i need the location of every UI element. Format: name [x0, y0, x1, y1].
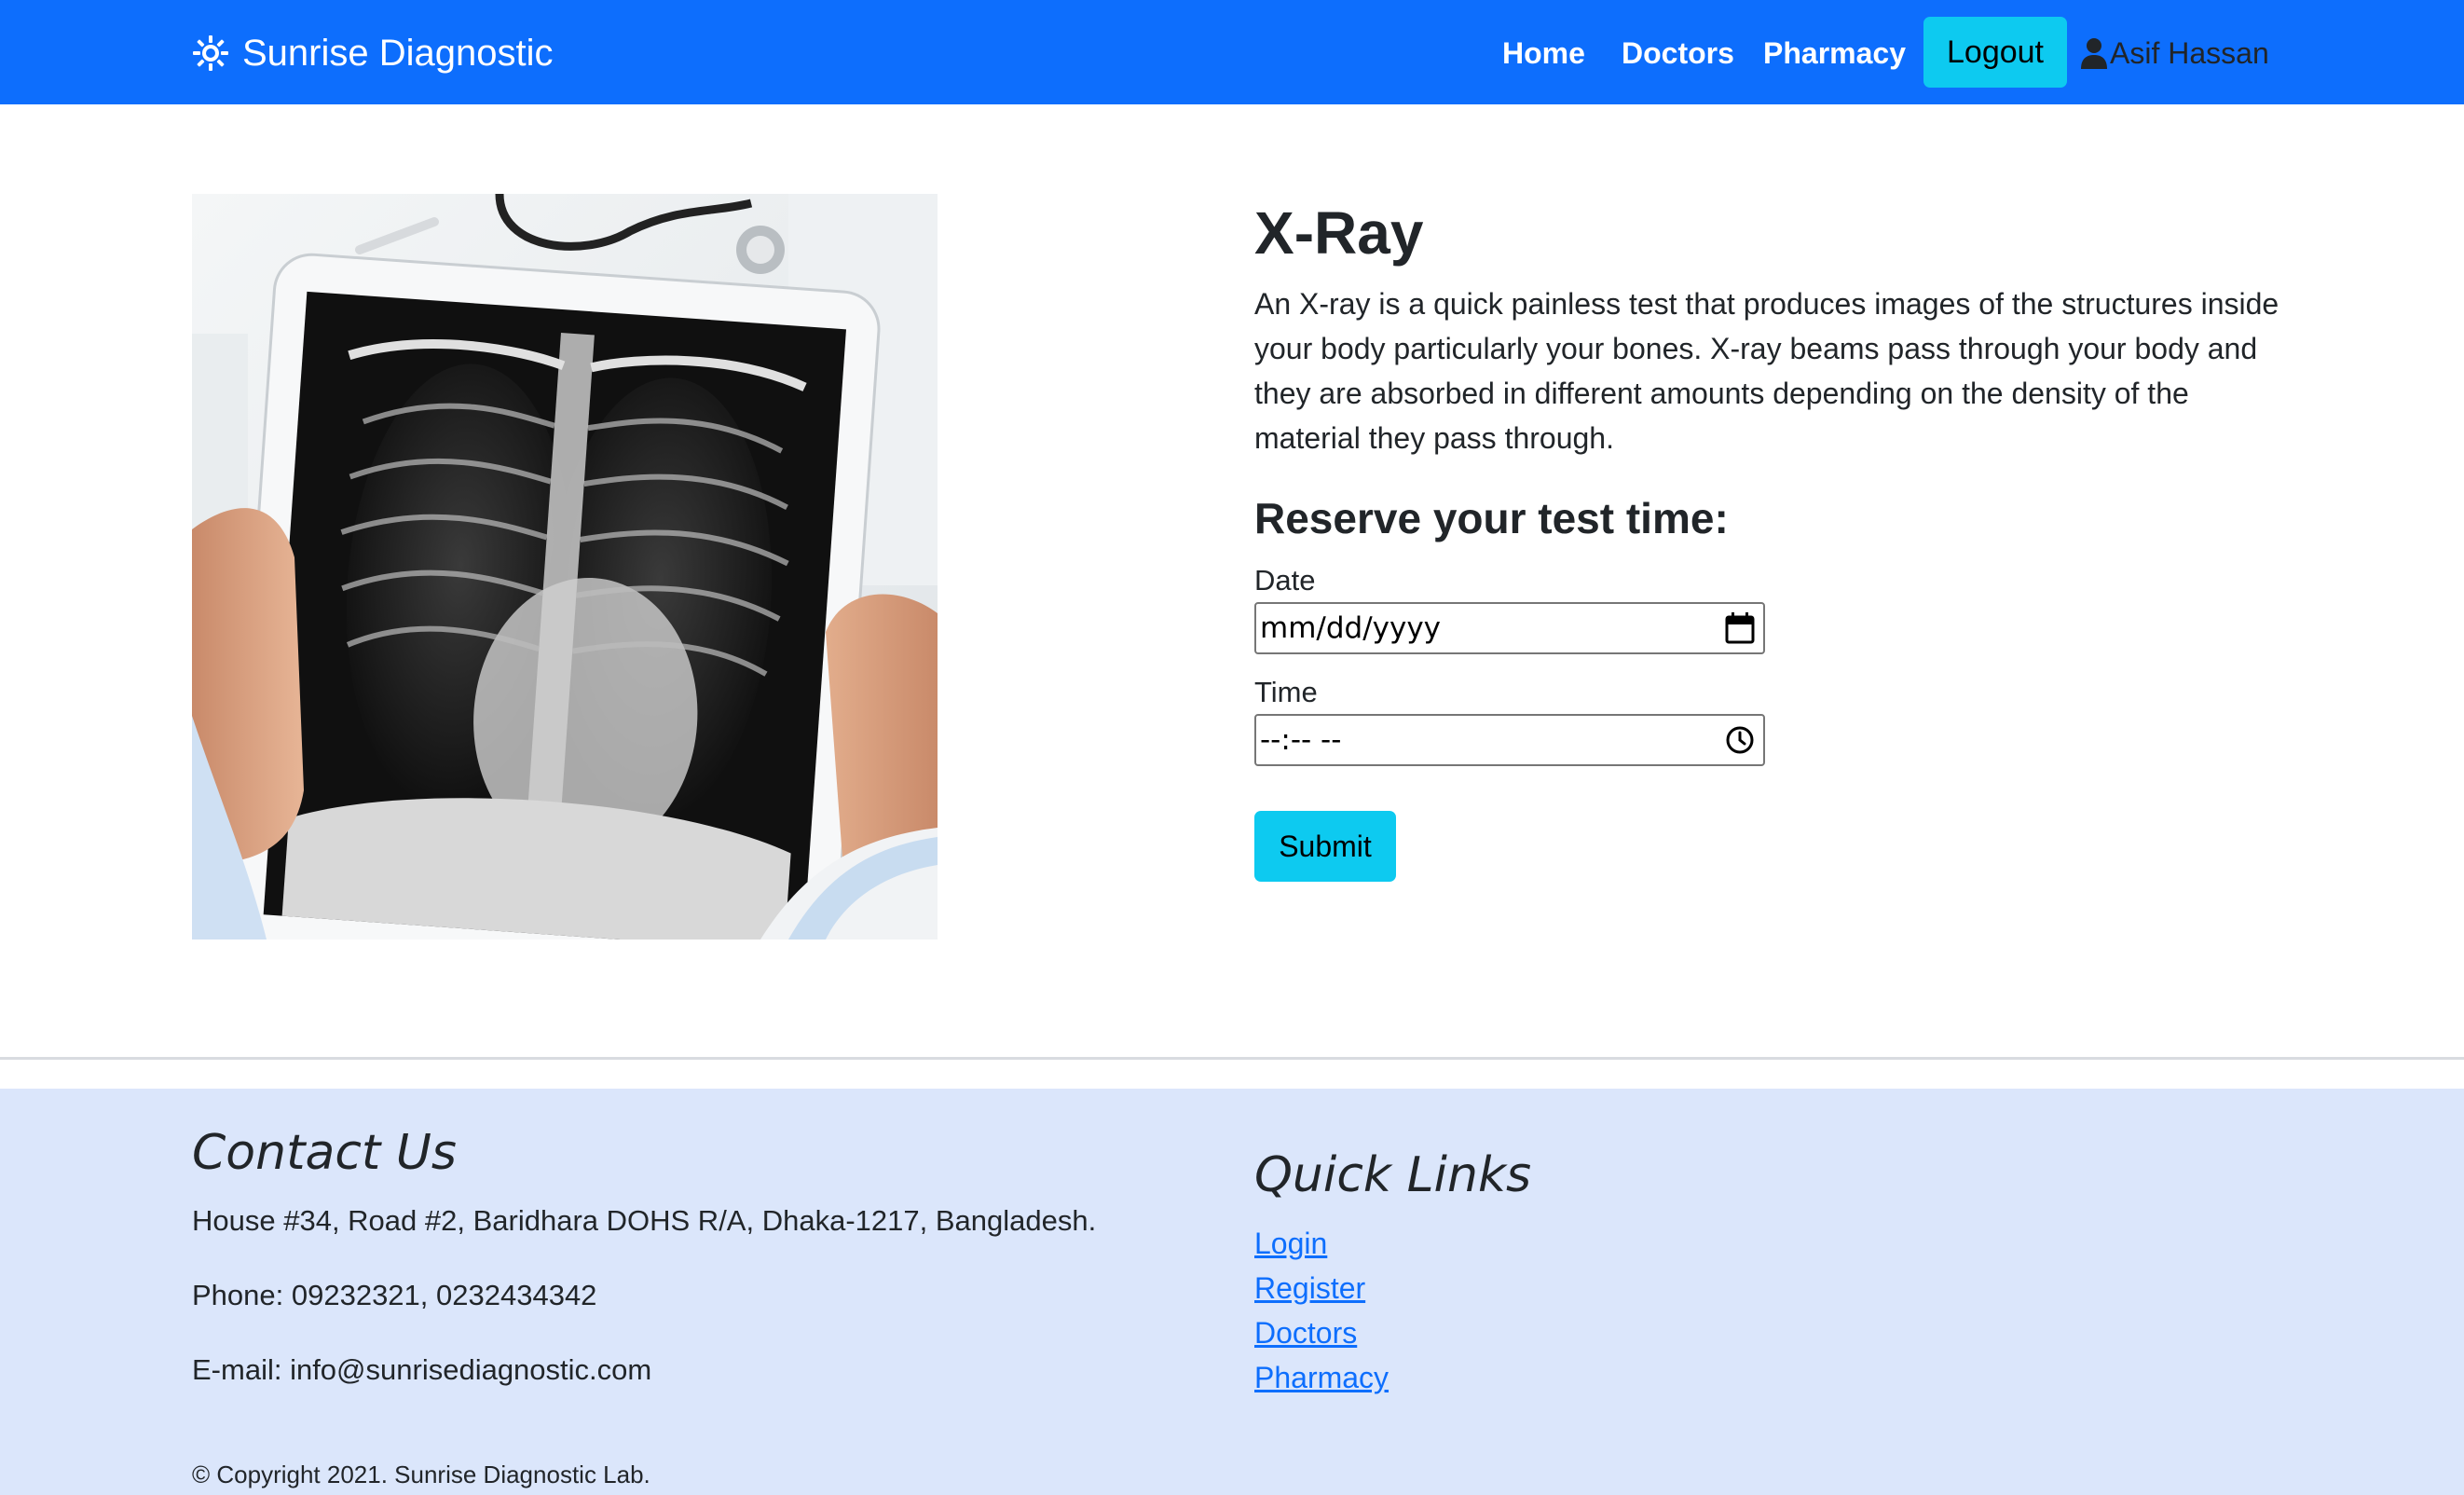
- nav-link-home[interactable]: Home: [1502, 30, 1585, 76]
- footer-link-doctors[interactable]: Doctors: [1254, 1312, 1357, 1353]
- quick-links-title: Quick Links: [1254, 1147, 1532, 1203]
- navbar: Sunrise Diagnostic Home Doctors Pharmacy…: [0, 0, 2464, 104]
- xray-photo: [192, 194, 938, 940]
- person-icon: [2081, 38, 2107, 69]
- contact-title: Contact Us: [192, 1125, 457, 1181]
- submit-button[interactable]: Submit: [1254, 811, 1396, 882]
- time-label: Time: [1254, 676, 1318, 708]
- nav-link-pharmacy[interactable]: Pharmacy: [1763, 30, 1906, 76]
- section-divider: [0, 1057, 2464, 1060]
- test-title: X-Ray: [1254, 199, 1424, 267]
- clock-icon[interactable]: [1724, 723, 1756, 757]
- date-value: mm/dd/yyyy: [1260, 611, 1442, 645]
- sun-icon: [193, 35, 228, 71]
- nav-link-doctors[interactable]: Doctors: [1622, 30, 1734, 76]
- user-profile[interactable]: Asif Hassan: [2080, 30, 2269, 76]
- time-input[interactable]: --:-- --: [1254, 714, 1765, 766]
- contact-phone: Phone: 09232321, 0232434342: [192, 1279, 597, 1311]
- time-value: --:-- --: [1260, 723, 1342, 757]
- date-input[interactable]: mm/dd/yyyy: [1254, 602, 1765, 654]
- contact-email: E-mail: info@sunrisediagnostic.com: [192, 1353, 652, 1386]
- test-description: An X-ray is a quick painless test that p…: [1254, 287, 2279, 455]
- brand-link[interactable]: Sunrise Diagnostic: [192, 30, 554, 76]
- user-name: Asif Hassan: [2110, 35, 2269, 70]
- footer-link-register[interactable]: Register: [1254, 1268, 1365, 1309]
- contact-address: House #34, Road #2, Baridhara DOHS R/A, …: [192, 1204, 1097, 1237]
- date-label: Date: [1254, 564, 1316, 597]
- calendar-icon[interactable]: [1724, 611, 1756, 645]
- logout-button[interactable]: Logout: [1923, 17, 2067, 88]
- brand-name: Sunrise Diagnostic: [242, 32, 554, 74]
- copyright: © Copyright 2021. Sunrise Diagnostic Lab…: [192, 1461, 650, 1488]
- reserve-heading: Reserve your test time:: [1254, 494, 1729, 542]
- footer-link-login[interactable]: Login: [1254, 1223, 1327, 1264]
- footer-link-pharmacy[interactable]: Pharmacy: [1254, 1357, 1389, 1398]
